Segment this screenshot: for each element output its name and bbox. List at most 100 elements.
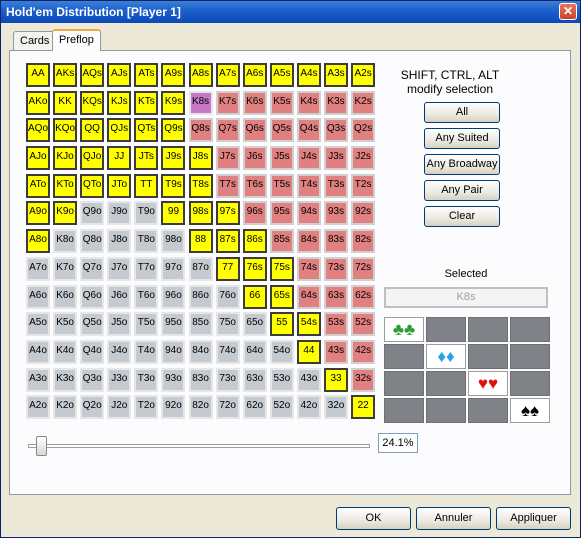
hand-cell[interactable]: 85s bbox=[269, 229, 294, 254]
hand-cell[interactable]: Q9o bbox=[80, 201, 105, 226]
hand-cell[interactable]: A6o bbox=[26, 284, 50, 309]
hand-cell[interactable]: 66 bbox=[242, 284, 267, 309]
tab-cards[interactable]: Cards bbox=[13, 31, 57, 51]
hand-cell[interactable]: 63s bbox=[324, 284, 349, 309]
hand-cell[interactable]: K2o bbox=[53, 395, 78, 420]
hand-cell[interactable]: J3o bbox=[107, 367, 132, 392]
hand-cell[interactable]: A7s bbox=[215, 63, 240, 87]
hand-cell[interactable]: 65o bbox=[242, 312, 267, 337]
suit-combo-cell[interactable]: ♥♥ bbox=[468, 371, 508, 396]
hand-cell[interactable]: T4o bbox=[134, 339, 159, 364]
hand-cell[interactable]: 72o bbox=[215, 395, 240, 420]
hand-cell[interactable]: 32s bbox=[351, 367, 376, 392]
hand-cell[interactable]: J5s bbox=[269, 146, 294, 171]
hand-cell[interactable]: 83s bbox=[324, 229, 349, 254]
hand-cell[interactable]: K6o bbox=[53, 284, 78, 309]
range-percent-field[interactable]: 24.1% bbox=[378, 433, 418, 453]
hand-cell[interactable]: A9s bbox=[161, 63, 186, 87]
hand-cell[interactable]: QJo bbox=[80, 146, 105, 171]
hand-cell[interactable]: J2o bbox=[107, 395, 132, 420]
hand-cell[interactable]: 42s bbox=[351, 339, 376, 364]
hand-cell[interactable]: 84s bbox=[296, 229, 321, 254]
hand-cell[interactable]: K6s bbox=[242, 90, 267, 115]
hand-cell[interactable]: AJs bbox=[107, 63, 132, 87]
hand-cell[interactable]: 64s bbox=[296, 284, 321, 309]
hand-cell[interactable]: 52o bbox=[269, 395, 294, 420]
hand-cell[interactable]: T3o bbox=[134, 367, 159, 392]
hand-cell[interactable]: Q6o bbox=[80, 284, 105, 309]
hand-cell[interactable]: KK bbox=[53, 90, 78, 115]
hand-cell[interactable]: J4s bbox=[296, 146, 321, 171]
hand-cell[interactable]: K8s bbox=[188, 90, 213, 115]
hand-cell[interactable]: 84o bbox=[188, 339, 213, 364]
hand-cell[interactable]: 32o bbox=[324, 395, 349, 420]
hand-cell[interactable]: J9o bbox=[107, 201, 132, 226]
hand-cell[interactable]: 83o bbox=[188, 367, 213, 392]
hand-cell[interactable]: 33 bbox=[324, 367, 349, 392]
hand-cell[interactable]: K5o bbox=[53, 312, 78, 337]
hand-cell[interactable]: 94s bbox=[296, 201, 321, 226]
hand-cell[interactable]: K5s bbox=[269, 90, 294, 115]
hand-cell[interactable]: 93s bbox=[324, 201, 349, 226]
hand-cell[interactable]: 54s bbox=[296, 312, 321, 337]
hand-cell[interactable]: 64o bbox=[242, 339, 267, 364]
hand-cell[interactable]: 98s bbox=[188, 201, 213, 226]
suit-combo-cell[interactable] bbox=[426, 398, 466, 423]
hand-cell[interactable]: 87o bbox=[188, 256, 213, 281]
hand-cell[interactable]: 65s bbox=[269, 284, 294, 309]
hand-cell[interactable]: Q9s bbox=[161, 118, 186, 143]
hand-cell[interactable]: 82s bbox=[351, 229, 376, 254]
hand-cell[interactable]: Q2s bbox=[351, 118, 376, 143]
hand-cell[interactable]: AJo bbox=[26, 146, 50, 171]
hand-cell[interactable]: T2s bbox=[351, 173, 376, 198]
hand-cell[interactable]: 55 bbox=[269, 312, 294, 337]
hand-cell[interactable]: 88 bbox=[188, 229, 213, 254]
any-suited-button[interactable]: Any Suited bbox=[424, 128, 500, 149]
hand-cell[interactable]: 62o bbox=[242, 395, 267, 420]
hand-cell[interactable]: 95s bbox=[269, 201, 294, 226]
hand-cell[interactable]: JTo bbox=[107, 173, 132, 198]
hand-cell[interactable]: Q8o bbox=[80, 229, 105, 254]
hand-cell[interactable]: QTo bbox=[80, 173, 105, 198]
hand-cell[interactable]: 98o bbox=[161, 229, 186, 254]
hand-cell[interactable]: 75s bbox=[269, 256, 294, 281]
apply-button[interactable]: Appliquer bbox=[496, 507, 571, 530]
hand-cell[interactable]: 72s bbox=[351, 256, 376, 281]
hand-cell[interactable]: T9s bbox=[161, 173, 186, 198]
ok-button[interactable]: OK bbox=[336, 507, 411, 530]
hand-cell[interactable]: 44 bbox=[296, 339, 321, 364]
hand-cell[interactable]: A5s bbox=[269, 63, 294, 87]
hand-cell[interactable]: Q4o bbox=[80, 339, 105, 364]
any-broadway-button[interactable]: Any Broadway bbox=[424, 154, 500, 175]
suit-combo-cell[interactable] bbox=[426, 317, 466, 342]
hand-cell[interactable]: 76s bbox=[242, 256, 267, 281]
suit-combo-cell[interactable]: ♠♠ bbox=[510, 398, 550, 423]
hand-cell[interactable]: AQs bbox=[80, 63, 105, 87]
hand-cell[interactable]: T8s bbox=[188, 173, 213, 198]
hand-cell[interactable]: 62s bbox=[351, 284, 376, 309]
hand-cell[interactable]: 63o bbox=[242, 367, 267, 392]
suit-combo-cell[interactable] bbox=[384, 398, 424, 423]
hand-cell[interactable]: T4s bbox=[296, 173, 321, 198]
hand-cell[interactable]: A8o bbox=[26, 229, 50, 254]
hand-cell[interactable]: 82o bbox=[188, 395, 213, 420]
hand-cell[interactable]: J7s bbox=[215, 146, 240, 171]
suit-combo-cell[interactable] bbox=[510, 317, 550, 342]
hand-cell[interactable]: Q8s bbox=[188, 118, 213, 143]
hand-cell[interactable]: T9o bbox=[134, 201, 159, 226]
tab-preflop[interactable]: Preflop bbox=[52, 29, 101, 51]
hand-cell[interactable]: AQo bbox=[26, 118, 50, 143]
hand-cell[interactable]: QQ bbox=[80, 118, 105, 143]
cancel-button[interactable]: Annuler bbox=[416, 507, 491, 530]
any-pair-button[interactable]: Any Pair bbox=[424, 180, 500, 201]
hand-cell[interactable]: 92o bbox=[161, 395, 186, 420]
hand-cell[interactable]: 96s bbox=[242, 201, 267, 226]
hand-cell[interactable]: 86o bbox=[188, 284, 213, 309]
hand-cell[interactable]: K3s bbox=[324, 90, 349, 115]
hand-cell[interactable]: K7o bbox=[53, 256, 78, 281]
hand-cell[interactable]: A2s bbox=[351, 63, 376, 87]
hand-cell[interactable]: J9s bbox=[161, 146, 186, 171]
hand-cell[interactable]: 76o bbox=[215, 284, 240, 309]
hand-cell[interactable]: J3s bbox=[324, 146, 349, 171]
hand-cell[interactable]: 52s bbox=[351, 312, 376, 337]
